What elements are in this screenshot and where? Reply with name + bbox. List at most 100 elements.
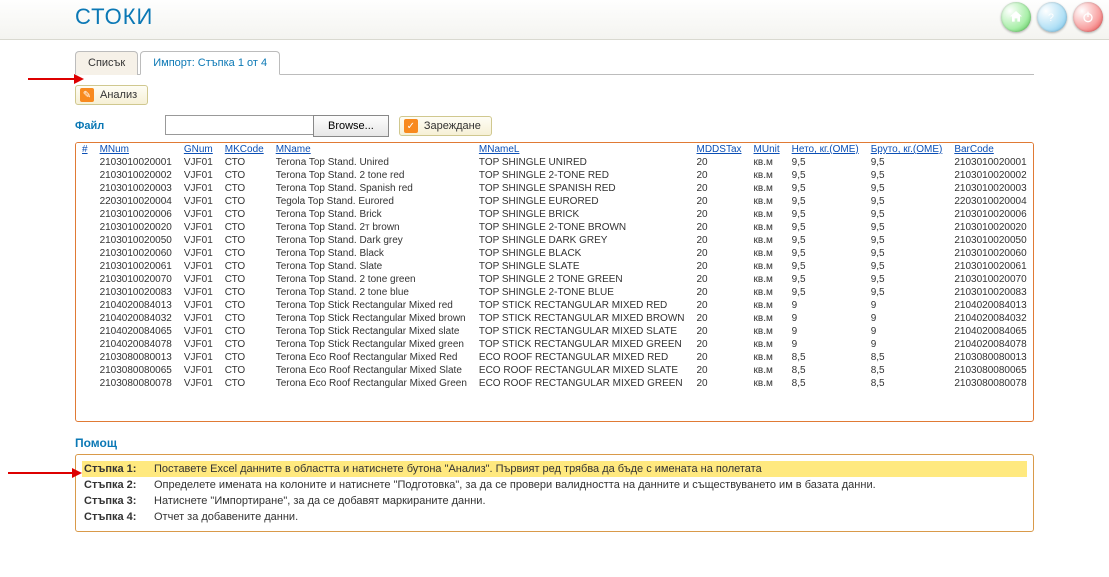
table-cell: СТО xyxy=(219,299,270,312)
load-button[interactable]: Зареждане xyxy=(399,116,492,136)
column-header[interactable]: Нето, кг.(ОМЕ) xyxy=(786,143,865,156)
table-cell xyxy=(76,364,94,377)
table-cell: Terona Top Stick Rectangular Mixed red xyxy=(270,299,473,312)
table-cell: 9 xyxy=(786,325,865,338)
table-cell: кв.м xyxy=(748,208,786,221)
table-cell: кв.м xyxy=(748,260,786,273)
table-cell: 20 xyxy=(691,325,748,338)
power-button[interactable] xyxy=(1073,2,1103,32)
column-header[interactable]: MNameL xyxy=(473,143,691,156)
table-cell: VJF01 xyxy=(178,338,219,351)
table-cell: Terona Top Stand. Dark grey xyxy=(270,234,473,247)
help-step-label: Стъпка 3: xyxy=(84,495,154,507)
table-cell: 20 xyxy=(691,273,748,286)
table-row[interactable]: 2203010020004VJF01СТОTegola Top Stand. E… xyxy=(76,195,1033,208)
column-header[interactable]: MNum xyxy=(94,143,178,156)
table-row[interactable]: 2103010020020VJF01СТОTerona Top Stand. 2… xyxy=(76,221,1033,234)
browse-button[interactable]: Browse... xyxy=(313,115,389,137)
table-row[interactable]: 2103010020060VJF01СТОTerona Top Stand. B… xyxy=(76,247,1033,260)
table-cell: 9 xyxy=(865,299,949,312)
table-cell: 2103010020001 xyxy=(94,156,178,169)
column-header[interactable]: BarCode xyxy=(948,143,1032,156)
table-row[interactable]: 2103010020006VJF01СТОTerona Top Stand. B… xyxy=(76,208,1033,221)
help-step-label: Стъпка 2: xyxy=(84,479,154,491)
column-header[interactable]: MDDSTax xyxy=(691,143,748,156)
table-cell: СТО xyxy=(219,169,270,182)
table-row[interactable]: 2104020084078VJF01СТОTerona Top Stick Re… xyxy=(76,338,1033,351)
table-cell: 9,5 xyxy=(786,260,865,273)
table-cell: 20 xyxy=(691,364,748,377)
table-cell: СТО xyxy=(219,377,270,390)
table-cell: VJF01 xyxy=(178,234,219,247)
column-header[interactable]: MUnit xyxy=(748,143,786,156)
table-cell: СТО xyxy=(219,351,270,364)
table-cell xyxy=(76,169,94,182)
table-cell: TOP SHINGLE 2 TONE GREEN xyxy=(473,273,691,286)
table-cell: 20 xyxy=(691,234,748,247)
table-row[interactable]: 2103010020070VJF01СТОTerona Top Stand. 2… xyxy=(76,273,1033,286)
table-cell: 2104020084032 xyxy=(948,312,1032,325)
home-button[interactable] xyxy=(1001,2,1031,32)
table-row[interactable]: 2103010020002VJF01СТОTerona Top Stand. 2… xyxy=(76,169,1033,182)
table-cell: Terona Top Stand. Spanish red xyxy=(270,182,473,195)
table-row[interactable]: 2103010020001VJF01СТОTerona Top Stand. U… xyxy=(76,156,1033,169)
table-row[interactable]: 2103010020083VJF01СТОTerona Top Stand. 2… xyxy=(76,286,1033,299)
table-row[interactable]: 2103080080078VJF01СТОTerona Eco Roof Rec… xyxy=(76,377,1033,390)
load-label: Зареждане xyxy=(424,120,481,132)
column-header[interactable]: MKCode xyxy=(219,143,270,156)
table-cell: Terona Top Stick Rectangular Mixed brown xyxy=(270,312,473,325)
table-cell: 2103010020070 xyxy=(94,273,178,286)
table-row[interactable]: 2103010020003VJF01СТОTerona Top Stand. S… xyxy=(76,182,1033,195)
column-header[interactable]: GNum xyxy=(178,143,219,156)
column-header[interactable]: # xyxy=(76,143,94,156)
table-cell: 2103010020061 xyxy=(94,260,178,273)
help-button[interactable]: ? xyxy=(1037,2,1067,32)
table-cell: 9,5 xyxy=(786,156,865,169)
table-cell: 9 xyxy=(786,338,865,351)
table-cell: 9,5 xyxy=(865,221,949,234)
tab-list[interactable]: Списък xyxy=(75,51,138,75)
table-cell: кв.м xyxy=(748,195,786,208)
column-header[interactable]: Бруто, кг.(ОМЕ) xyxy=(865,143,949,156)
table-cell: СТО xyxy=(219,221,270,234)
table-cell: 2103010020050 xyxy=(94,234,178,247)
tab-import[interactable]: Импорт: Стъпка 1 от 4 xyxy=(140,51,280,75)
file-input[interactable] xyxy=(165,115,313,135)
table-row[interactable]: 2103080080013VJF01СТОTerona Eco Roof Rec… xyxy=(76,351,1033,364)
table-cell xyxy=(76,156,94,169)
table-cell: 2104020084032 xyxy=(94,312,178,325)
table-cell: Terona Top Stand. Slate xyxy=(270,260,473,273)
table-cell: СТО xyxy=(219,234,270,247)
table-cell: Terona Top Stand. 2 tone blue xyxy=(270,286,473,299)
table-cell: 2103010020001 xyxy=(948,156,1032,169)
table-cell xyxy=(76,234,94,247)
help-row: Стъпка 2:Определете имената на колоните … xyxy=(82,477,1027,493)
table-cell: Terona Top Stand. Black xyxy=(270,247,473,260)
column-header[interactable]: MName xyxy=(270,143,473,156)
table-row[interactable]: 2104020084032VJF01СТОTerona Top Stick Re… xyxy=(76,312,1033,325)
table-cell: 2103080080078 xyxy=(94,377,178,390)
table-row[interactable]: 2103080080065VJF01СТОTerona Eco Roof Rec… xyxy=(76,364,1033,377)
table-cell: кв.м xyxy=(748,377,786,390)
table-cell: 9,5 xyxy=(865,208,949,221)
table-row[interactable]: 2103010020061VJF01СТОTerona Top Stand. S… xyxy=(76,260,1033,273)
analyze-button[interactable]: Анализ xyxy=(75,85,148,105)
table-cell: 20 xyxy=(691,377,748,390)
table-cell: 9,5 xyxy=(865,169,949,182)
table-row[interactable]: 2104020084013VJF01СТОTerona Top Stick Re… xyxy=(76,299,1033,312)
grid-scroll[interactable]: #MNumGNumMKCodeMNameMNameLMDDSTaxMUnitНе… xyxy=(76,143,1033,421)
table-cell: СТО xyxy=(219,247,270,260)
table-cell: TOP SHINGLE BLACK xyxy=(473,247,691,260)
table-cell: TOP SHINGLE 2-TONE BROWN xyxy=(473,221,691,234)
table-cell: 9,5 xyxy=(865,286,949,299)
help-step-text: Отчет за добавените данни. xyxy=(154,511,298,523)
table-cell: Terona Top Stand. 2 tone red xyxy=(270,169,473,182)
table-cell: 20 xyxy=(691,156,748,169)
table-cell: СТО xyxy=(219,195,270,208)
table-cell: 9 xyxy=(865,312,949,325)
table-cell: кв.м xyxy=(748,234,786,247)
table-cell: Terona Eco Roof Rectangular Mixed Red xyxy=(270,351,473,364)
table-row[interactable]: 2104020084065VJF01СТОTerona Top Stick Re… xyxy=(76,325,1033,338)
analyze-label: Анализ xyxy=(100,89,137,101)
table-row[interactable]: 2103010020050VJF01СТОTerona Top Stand. D… xyxy=(76,234,1033,247)
